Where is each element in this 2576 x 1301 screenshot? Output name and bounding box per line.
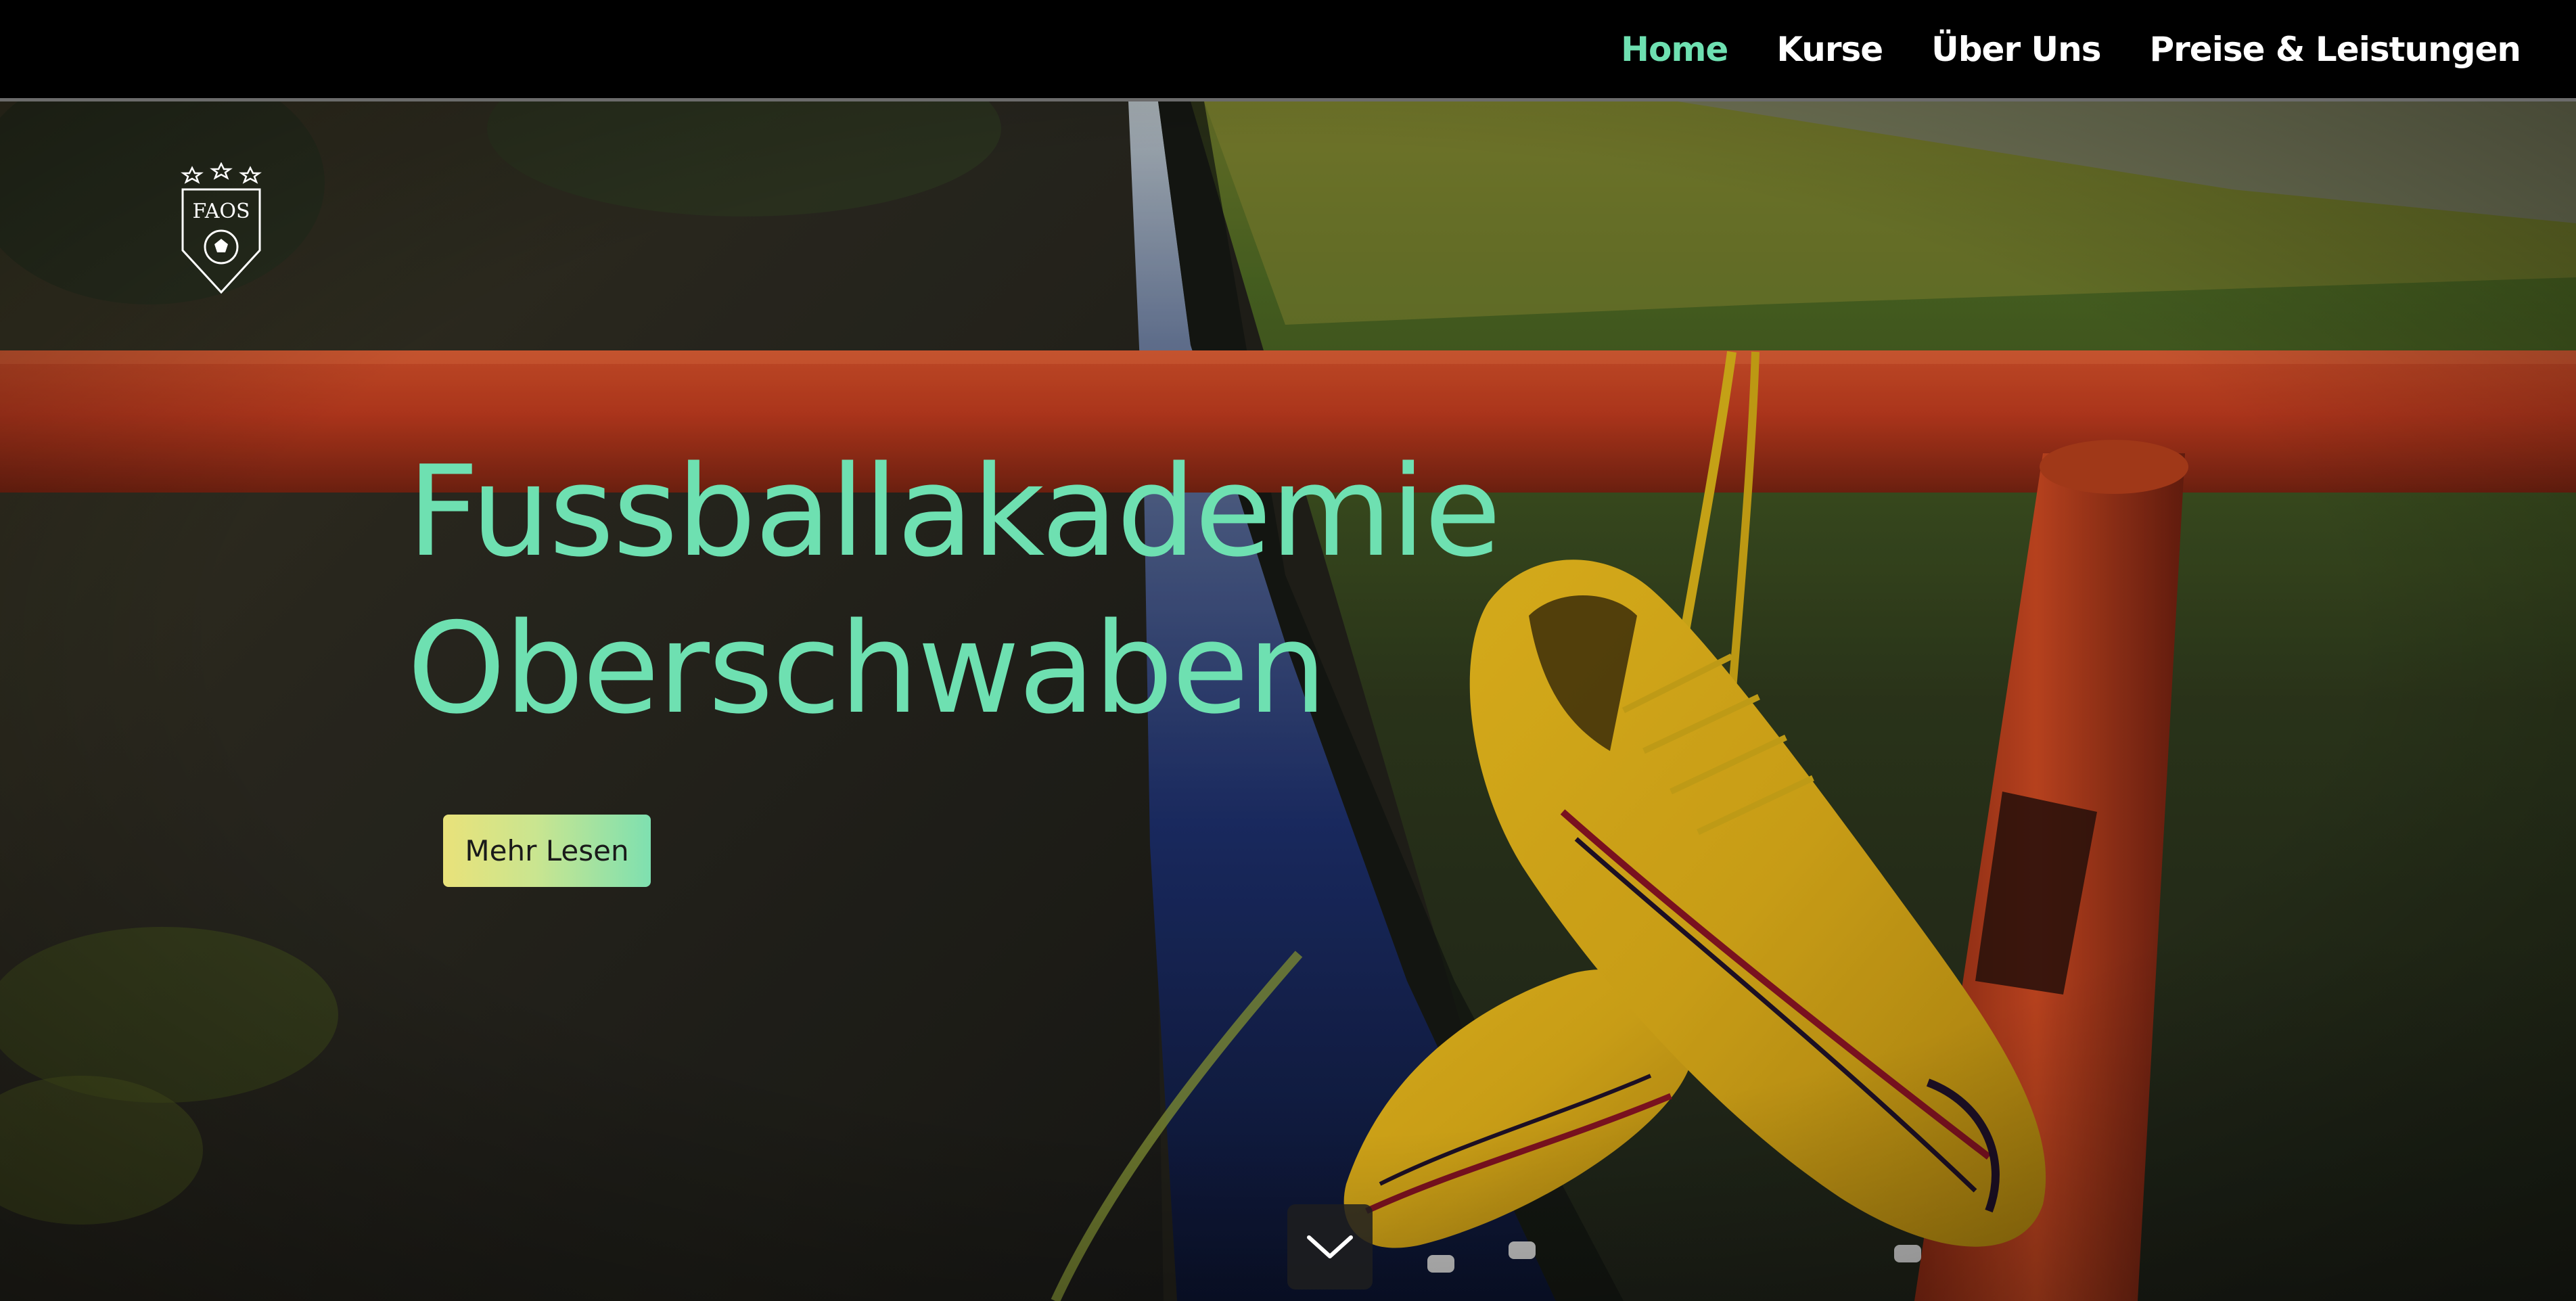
hero-section: FAOS Fussballakademie Oberschwaben Mehr … [0,101,2576,1301]
page: Home Kurse Über Uns Preise & Leistungen [0,0,2576,1301]
mehr-lesen-button[interactable]: Mehr Lesen [443,815,651,887]
nav-menu: Home Kurse Über Uns Preise & Leistungen [1621,0,2521,98]
chevron-down-icon [1307,1235,1353,1258]
nav-item-kurse[interactable]: Kurse [1776,30,1883,69]
hero-title-line1: Fussballakademie [407,438,1501,585]
nav-item-preise-leistungen[interactable]: Preise & Leistungen [2149,30,2521,69]
nav-item-home[interactable]: Home [1621,30,1728,69]
soccer-crest-icon[interactable]: FAOS [177,162,265,298]
hero-title: Fussballakademie Oberschwaben [407,433,1501,747]
hero-title-line2: Oberschwaben [407,595,1327,741]
logo-text: FAOS [192,200,250,223]
scroll-down-button[interactable] [1287,1204,1373,1289]
top-navbar: Home Kurse Über Uns Preise & Leistungen [0,0,2576,101]
nav-item-ueber-uns[interactable]: Über Uns [1931,30,2101,69]
